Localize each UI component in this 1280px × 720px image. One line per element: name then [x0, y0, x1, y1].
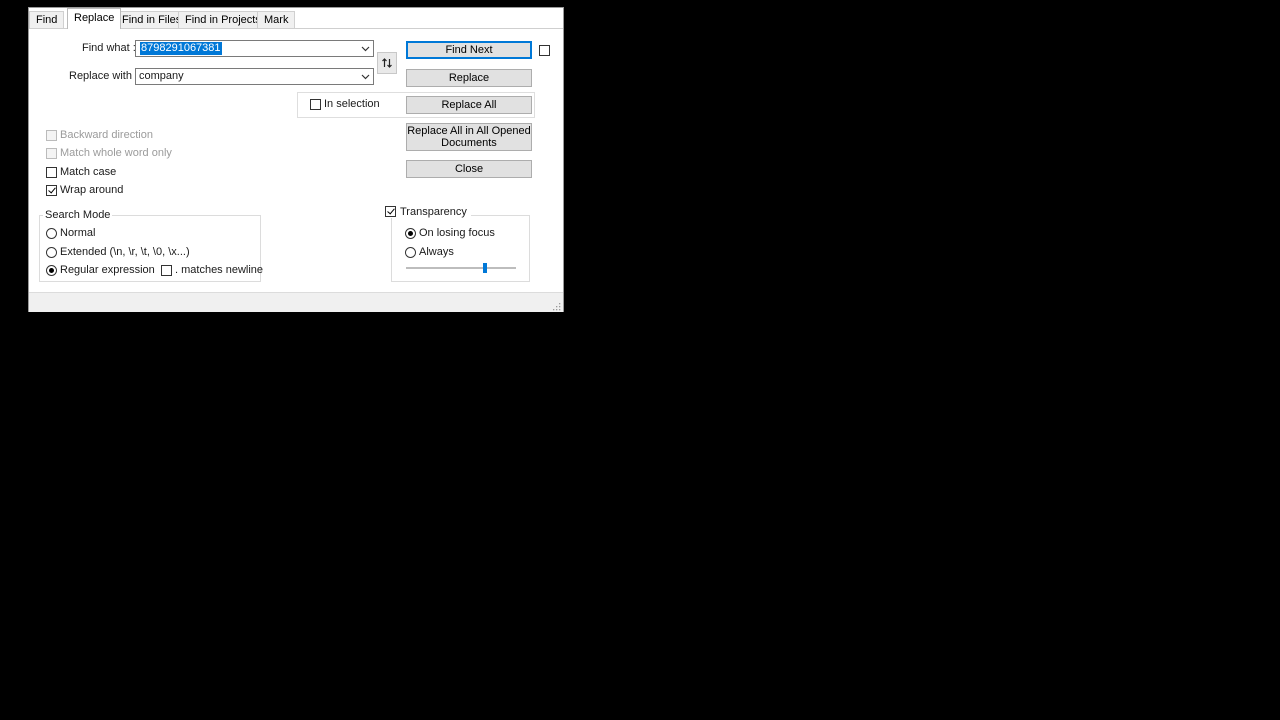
match-case-checkbox[interactable] — [46, 167, 57, 178]
match-whole-word-checkbox — [46, 148, 57, 159]
swap-arrows-icon[interactable] — [377, 52, 397, 74]
regex-label[interactable]: Regular expression — [60, 264, 155, 276]
in-selection-checkbox[interactable] — [310, 99, 321, 110]
transparency-label[interactable]: Transparency — [400, 206, 467, 218]
chevron-down-icon[interactable] — [361, 44, 370, 53]
replace-all-button[interactable]: Replace All — [406, 96, 532, 114]
tab-find[interactable]: Find — [29, 11, 65, 28]
transparency-slider-track[interactable] — [406, 267, 516, 269]
in-selection-label[interactable]: In selection — [324, 98, 380, 110]
backward-direction-checkbox — [46, 130, 57, 141]
match-case-label[interactable]: Match case — [60, 166, 116, 178]
extended-label[interactable]: Extended (\n, \r, \t, \0, \x...) — [60, 246, 190, 258]
replace-with-label: Replace with : — [69, 70, 139, 82]
normal-label[interactable]: Normal — [60, 227, 95, 239]
status-bar — [29, 292, 563, 312]
match-whole-word-label: Match whole word only — [60, 147, 172, 159]
close-button[interactable]: Close — [406, 160, 532, 178]
chevron-down-icon[interactable] — [361, 72, 370, 81]
wrap-around-label[interactable]: Wrap around — [60, 184, 123, 196]
find-what-label: Find what : — [82, 42, 136, 54]
find-next-button[interactable]: Find Next — [406, 41, 532, 59]
resize-grip-icon[interactable] — [552, 302, 561, 311]
extended-radio[interactable] — [46, 247, 57, 258]
transparency-checkbox[interactable] — [385, 205, 396, 217]
replace-with-combo[interactable]: company — [135, 68, 374, 85]
search-mode-title: Search Mode — [43, 209, 113, 221]
transparency-slider-thumb[interactable] — [483, 263, 488, 273]
find-next-extra-checkbox[interactable] — [539, 45, 550, 56]
regex-radio[interactable] — [46, 265, 57, 276]
tab-find-in-projects[interactable]: Find in Projects — [178, 11, 268, 28]
replace-all-opened-button[interactable]: Replace All in All Opened Documents — [406, 123, 532, 151]
tab-bar: Find Replace Find in Files Find in Proje… — [29, 8, 563, 29]
transparency-title-wrap: Transparency — [383, 205, 471, 218]
replace-dialog: Find Replace Find in Files Find in Proje… — [28, 7, 564, 312]
on-losing-focus-label[interactable]: On losing focus — [419, 227, 495, 239]
tab-mark[interactable]: Mark — [257, 11, 296, 28]
normal-radio[interactable] — [46, 228, 57, 239]
replace-panel: Find what : 8798291067381 Replace with :… — [29, 28, 563, 293]
wrap-around-checkbox[interactable] — [46, 185, 57, 196]
replace-with-value[interactable]: company — [139, 70, 184, 83]
find-what-combo[interactable]: 8798291067381 — [135, 40, 374, 57]
matches-newline-checkbox[interactable] — [161, 265, 172, 276]
replace-all-opened-line1: Replace All in All Opened — [407, 125, 531, 137]
always-label[interactable]: Always — [419, 246, 454, 258]
replace-all-opened-line2: Documents — [441, 137, 497, 149]
backward-direction-label: Backward direction — [60, 129, 153, 141]
on-losing-focus-radio[interactable] — [405, 228, 416, 239]
find-what-value[interactable]: 8798291067381 — [140, 42, 222, 55]
always-radio[interactable] — [405, 247, 416, 258]
replace-button[interactable]: Replace — [406, 69, 532, 87]
matches-newline-label[interactable]: . matches newline — [175, 264, 263, 276]
tab-replace[interactable]: Replace — [67, 8, 122, 29]
